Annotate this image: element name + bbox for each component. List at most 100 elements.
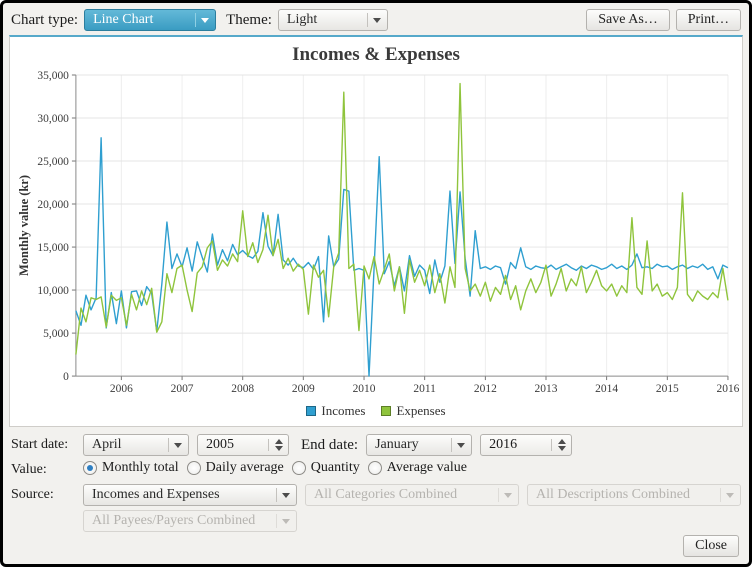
combo-separator [498,488,499,502]
chevron-down-icon [282,493,290,498]
end-month-select[interactable]: January [366,434,472,456]
legend-label: Expenses [396,403,445,419]
svg-text:2015: 2015 [656,383,679,395]
dialog-footer: Close [3,532,749,564]
svg-text:10,000: 10,000 [37,285,69,297]
svg-text:2007: 2007 [171,383,194,395]
legend-item: Incomes [306,403,365,419]
source-value: Incomes and Expenses [92,487,266,503]
source-select[interactable]: Incomes and Expenses [83,484,297,506]
descriptions-value: All Descriptions Combined [536,487,710,503]
svg-text:2010: 2010 [353,383,376,395]
chart-type-value: Line Chart [93,12,185,28]
svg-text:2011: 2011 [413,383,436,395]
chevron-down-icon [282,519,290,524]
combo-separator [276,488,277,502]
start-month-value: April [92,437,158,453]
combo-separator [276,514,277,528]
combo-separator [451,438,452,452]
descriptions-select: All Descriptions Combined [527,484,741,506]
svg-text:0: 0 [63,371,69,383]
chevron-down-icon [726,493,734,498]
chevron-down-icon [201,18,209,23]
source-label: Source: [11,487,75,503]
save-as-button[interactable]: Save As… [586,9,670,31]
svg-text:15,000: 15,000 [37,242,69,254]
combo-separator [195,13,196,27]
value-label: Value: [11,462,75,478]
svg-text:20,000: 20,000 [37,199,69,211]
chart-dialog: Chart type: Line Chart Theme: Light Save… [0,0,752,567]
combo-separator [168,438,169,452]
combo-separator [720,488,721,502]
svg-text:2012: 2012 [474,383,497,395]
chart-controls: Start date: April 2005 End date: January [3,427,749,532]
legend-swatch-icon [306,406,316,416]
end-date-label: End date: [301,437,358,454]
legend-swatch-icon [381,406,391,416]
svg-text:5,000: 5,000 [43,328,69,340]
payees-value: All Payees/Payers Combined [92,513,266,529]
source-row: Source: Incomes and Expenses All Categor… [11,484,741,506]
radio-label: Average value [387,460,467,476]
chevron-down-icon [504,493,512,498]
svg-text:25,000: 25,000 [37,156,69,168]
legend-item: Expenses [381,403,445,419]
spin-down-icon[interactable] [558,446,566,451]
spin-up-icon[interactable] [275,439,283,444]
spin-down-icon[interactable] [275,446,283,451]
radio-label: Daily average [206,460,284,476]
value-radio-group: Monthly total Daily average Quantity Averag… [83,460,475,480]
chart-svg: 2006 2007 2008 2009 2010 2011 2012 2013 2014 2015… [12,67,740,402]
toolbar: Chart type: Line Chart Theme: Light Save… [3,3,749,35]
chart-type-label: Chart type: [11,12,78,29]
categories-value: All Categories Combined [314,487,488,503]
spinner-arrows[interactable] [268,439,283,451]
theme-select[interactable]: Light [278,9,388,31]
payees-row: All Payees/Payers Combined [11,510,741,532]
svg-text:Monthly value (kr): Monthly value (kr) [17,175,31,276]
start-month-select[interactable]: April [83,434,189,456]
print-button[interactable]: Print… [676,9,741,31]
categories-select: All Categories Combined [305,484,519,506]
close-button[interactable]: Close [683,535,739,557]
chart-type-select[interactable]: Line Chart [84,9,216,31]
svg-text:35,000: 35,000 [37,70,69,82]
theme-label: Theme: [226,12,272,29]
combo-separator [367,13,368,27]
chevron-down-icon [457,443,465,448]
svg-text:30,000: 30,000 [37,113,69,125]
spinner-arrows[interactable] [551,439,566,451]
spin-up-icon[interactable] [558,439,566,444]
chevron-down-icon [373,18,381,23]
svg-text:2016: 2016 [716,383,739,395]
radio-label: Monthly total [102,460,179,476]
end-year-value: 2016 [489,437,551,453]
radio-quantity[interactable]: Quantity [292,460,360,476]
svg-text:2013: 2013 [535,383,558,395]
radio-icon [187,461,201,475]
radio-monthly-total[interactable]: Monthly total [83,460,179,476]
chevron-down-icon [174,443,182,448]
start-year-value: 2005 [206,437,268,453]
radio-average-value[interactable]: Average value [368,460,467,476]
date-range-row: Start date: April 2005 End date: January [11,434,741,456]
chart-title: Incomes & Expenses [10,37,742,67]
radio-daily-average[interactable]: Daily average [187,460,284,476]
svg-text:2006: 2006 [110,383,133,395]
chart-legend: Incomes Expenses [10,402,742,426]
end-year-spinner[interactable]: 2016 [480,434,572,456]
theme-value: Light [287,12,357,28]
legend-label: Incomes [321,403,365,419]
radio-label: Quantity [311,460,360,476]
chart-panel: Incomes & Expenses 200620072008200920102… [9,35,743,427]
start-year-spinner[interactable]: 2005 [197,434,289,456]
radio-icon [292,461,306,475]
svg-text:2014: 2014 [595,383,618,395]
svg-text:2008: 2008 [231,383,254,395]
line-chart: 2006 2007 2008 2009 2010 2011 2012 2013 2014 2015… [10,67,742,402]
end-month-value: January [375,437,441,453]
svg-text:2009: 2009 [292,383,315,395]
radio-icon [83,461,97,475]
payees-select: All Payees/Payers Combined [83,510,297,532]
